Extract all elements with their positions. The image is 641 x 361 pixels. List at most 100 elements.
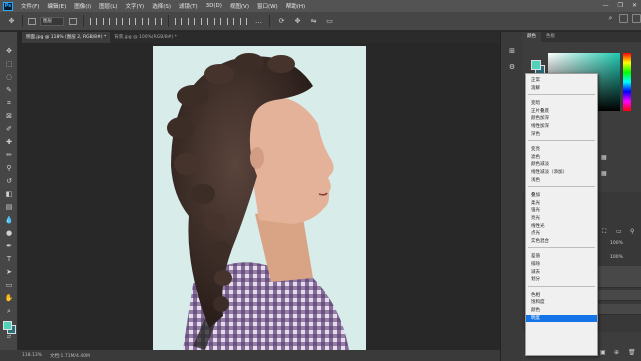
blend-mode-option[interactable]: 色相 (526, 292, 597, 299)
hand-tool-icon[interactable]: ✋ (4, 293, 14, 303)
move-tool-icon[interactable]: ✥ (4, 46, 14, 56)
align-middle-icon[interactable] (142, 17, 149, 25)
history-panel-icon[interactable]: ⊞ (507, 46, 517, 56)
menu-file[interactable]: 文件(F) (21, 2, 39, 10)
rectangle-tool-icon[interactable]: ▭ (4, 280, 14, 290)
marquee-tool-icon[interactable]: ⬚ (4, 59, 14, 69)
quick-select-tool-icon[interactable]: ✎ (4, 85, 14, 95)
blend-mode-option[interactable]: 颜色加深 (526, 115, 597, 122)
adjustment-icon[interactable]: ▦ (601, 170, 607, 177)
menu-image[interactable]: 图像(I) (74, 2, 91, 10)
align-top-icon[interactable] (129, 17, 136, 25)
blend-mode-option[interactable]: 强光 (526, 207, 597, 214)
menu-view[interactable]: 视图(V) (230, 2, 249, 10)
layer-row[interactable] (594, 290, 641, 301)
align-left-icon[interactable] (90, 17, 97, 25)
crop-tool-icon[interactable]: ⌗ (4, 98, 14, 108)
zoom-tool-icon[interactable]: ⌕ (4, 306, 14, 316)
distribute-left-icon[interactable] (214, 17, 221, 25)
menu-type[interactable]: 文字(Y) (126, 2, 145, 10)
new-group-icon[interactable]: ▣ (600, 349, 606, 356)
distribute-right-icon[interactable] (240, 17, 247, 25)
brush-tool-icon[interactable]: ✏ (4, 150, 14, 160)
blend-mode-option[interactable]: 溶解 (526, 85, 597, 92)
align-center-icon[interactable] (103, 17, 110, 25)
align-right-icon[interactable] (116, 17, 123, 25)
foreground-color-swatch[interactable] (3, 321, 12, 330)
panel-foreground-swatch[interactable] (531, 60, 541, 70)
type-tool-icon[interactable]: T (4, 254, 14, 264)
search-icon[interactable]: ⌕ (606, 14, 615, 23)
blend-mode-option[interactable]: 差值 (526, 253, 597, 260)
blend-mode-option[interactable]: 滤色 (526, 154, 597, 161)
eyedropper-tool-icon[interactable]: ✐ (4, 124, 14, 134)
blend-mode-option[interactable]: 线性光 (526, 223, 597, 230)
auto-select-dropdown[interactable]: 图层 (40, 16, 64, 26)
tab-profile-doc[interactable]: 侧面.jpg @ 118% (图层 2, RGB/8#) * (22, 32, 111, 43)
layer-row[interactable] (594, 304, 641, 315)
distribute-bottom-icon[interactable] (201, 17, 208, 25)
blend-mode-dropdown[interactable]: 正常 溶解 变暗 正片叠底 颜色加深 线性加深 深色 变亮 滤色 颜色减淡 线性减淡（添加） 浅色 叠加… (525, 73, 598, 356)
blend-mode-option[interactable]: 颜色 (526, 307, 597, 314)
3d-pan-icon[interactable]: ✥ (293, 17, 302, 26)
pen-tool-icon[interactable]: ✒ (4, 241, 14, 251)
blend-mode-option[interactable]: 排除 (526, 261, 597, 268)
move-tool-icon[interactable]: ✥ (7, 17, 16, 26)
distribute-middle-icon[interactable] (188, 17, 195, 25)
lasso-tool-icon[interactable]: ◌ (4, 72, 14, 82)
blend-mode-option[interactable]: 实色混合 (526, 238, 597, 245)
align-bottom-icon[interactable] (155, 17, 162, 25)
blend-mode-option[interactable]: 颜色减淡 (526, 161, 597, 168)
blend-mode-option[interactable]: 深色 (526, 131, 597, 138)
blend-mode-option[interactable]: 线性减淡（添加） (526, 169, 597, 176)
share-icon[interactable] (632, 14, 641, 23)
path-select-tool-icon[interactable]: ➤ (4, 267, 14, 277)
distribute-center-icon[interactable] (227, 17, 234, 25)
menu-select[interactable]: 选择(S) (152, 2, 171, 10)
healing-brush-tool-icon[interactable]: ✚ (4, 137, 14, 147)
blend-mode-option[interactable]: 正常 (526, 77, 597, 84)
blend-mode-option[interactable]: 正片叠底 (526, 108, 597, 115)
blend-mode-option[interactable]: 亮光 (526, 215, 597, 222)
frame-tool-icon[interactable]: ⊠ (4, 111, 14, 121)
layer-filter-icon[interactable]: ⛶ (602, 228, 606, 236)
video-icon[interactable]: ▭ (325, 17, 334, 26)
blend-mode-option[interactable]: 饱和度 (526, 299, 597, 306)
3d-slide-icon[interactable]: ⇋ (309, 17, 318, 26)
3d-mode-icon[interactable]: ⟳ (277, 17, 286, 26)
blend-mode-option[interactable]: 减去 (526, 269, 597, 276)
more-options-icon[interactable]: … (254, 17, 263, 26)
delete-layer-icon[interactable]: 🗑 (628, 349, 636, 356)
eraser-tool-icon[interactable]: ◧ (4, 189, 14, 199)
blend-mode-option[interactable]: 明度 (526, 314, 597, 322)
menu-help[interactable]: 帮助(H) (286, 2, 305, 10)
blend-mode-option[interactable]: 变亮 (526, 146, 597, 153)
transform-controls-checkbox[interactable] (69, 17, 77, 25)
layer-filter-icon[interactable]: ▭ (616, 228, 622, 235)
dodge-tool-icon[interactable]: ● (4, 228, 14, 238)
blend-mode-option[interactable]: 点光 (526, 230, 597, 237)
properties-panel-icon[interactable]: ⚙ (507, 62, 517, 72)
blend-mode-option[interactable]: 叠加 (526, 192, 597, 199)
clone-stamp-tool-icon[interactable]: ⚲ (4, 163, 14, 173)
menu-3d[interactable]: 3D(D) (206, 3, 222, 9)
tab-color[interactable]: 颜色 (522, 32, 541, 42)
fill-value[interactable]: 100% (610, 255, 623, 260)
auto-select-checkbox[interactable] (28, 17, 36, 25)
hue-slider[interactable] (623, 53, 631, 111)
opacity-value[interactable]: 100% (610, 241, 623, 246)
menu-edit[interactable]: 编辑(E) (47, 2, 66, 10)
blend-mode-option[interactable]: 划分 (526, 276, 597, 283)
menu-filter[interactable]: 滤镜(T) (179, 2, 198, 10)
menu-window[interactable]: 窗口(W) (257, 2, 278, 10)
distribute-top-icon[interactable] (175, 17, 182, 25)
blend-mode-option[interactable]: 线性加深 (526, 123, 597, 130)
zoom-level[interactable]: 118.13% (22, 353, 42, 358)
blend-mode-option[interactable]: 柔光 (526, 200, 597, 207)
layer-row[interactable] (594, 266, 641, 288)
gradient-tool-icon[interactable]: ▤ (4, 202, 14, 212)
restore-icon[interactable]: ❐ (618, 2, 623, 9)
blend-mode-option[interactable]: 浅色 (526, 177, 597, 184)
adjustment-icon[interactable]: ▦ (601, 154, 607, 161)
blur-tool-icon[interactable]: 💧 (4, 215, 14, 225)
